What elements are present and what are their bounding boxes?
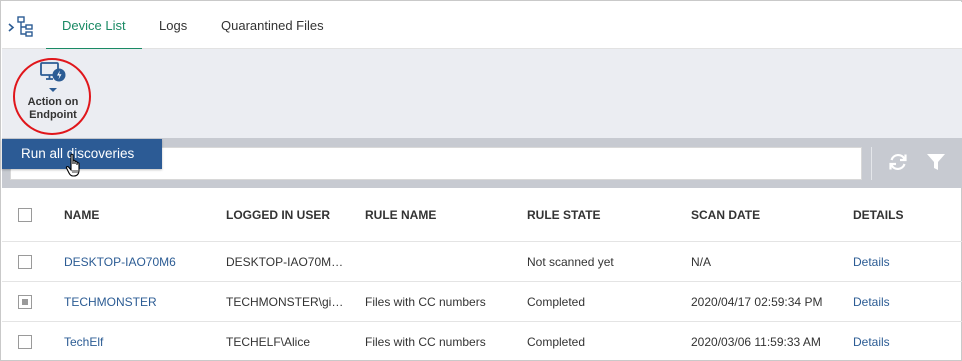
device-name-link[interactable]: TECHMONSTER (64, 282, 214, 322)
scan-date: 2020/04/17 02:59:34 PM (691, 295, 823, 309)
rule-state: Completed (527, 335, 586, 349)
row-checkbox-cell (18, 322, 34, 361)
logged-in-user: DESKTOP-IAO70M6... (226, 255, 344, 269)
rule-state: Completed (527, 295, 586, 309)
logged-in-user: TECHELF\Alice (226, 335, 311, 349)
scan-date: N/A (691, 255, 712, 269)
details-link[interactable]: Details (853, 282, 933, 322)
chevron-down-icon (49, 88, 57, 92)
row-checkbox[interactable] (18, 294, 32, 309)
table-header-row: NAME LOGGED IN USER RULE NAME RULE STATE… (2, 188, 962, 242)
tab-logs[interactable]: Logs (159, 2, 187, 49)
column-header-details: DETAILS (853, 208, 904, 222)
device-name-link[interactable]: DESKTOP-IAO70M6 (64, 242, 214, 282)
scan-date: 2020/03/06 11:59:33 AM (691, 335, 821, 349)
divider (871, 147, 872, 180)
tab-device-list[interactable]: Device List (46, 2, 142, 50)
column-header-name[interactable]: NAME (64, 188, 214, 242)
action-on-endpoint-button[interactable]: Action on Endpoint (16, 61, 90, 133)
filter-icon[interactable] (926, 152, 946, 172)
column-header-rule-name[interactable]: RULE NAME (365, 188, 515, 242)
hand-cursor-icon (65, 153, 80, 177)
details-link[interactable]: Details (853, 322, 933, 361)
select-all-cell (18, 188, 34, 242)
table-row: TECHMONSTER TECHMONSTER\girid Files with… (2, 282, 962, 322)
device-name-link[interactable]: TechElf (64, 322, 214, 361)
rule-name: Files with CC numbers (365, 335, 486, 349)
monitor-lightning-icon (40, 62, 66, 82)
logged-in-user: TECHMONSTER\girid (226, 295, 344, 309)
row-checkbox-cell (18, 242, 34, 282)
column-header-scan-date[interactable]: SCAN DATE (691, 188, 841, 242)
tab-quarantined-files[interactable]: Quarantined Files (221, 2, 324, 49)
table-row: TechElf TECHELF\Alice Files with CC numb… (2, 322, 962, 361)
rule-name: Files with CC numbers (365, 295, 486, 309)
tree-toggle-icon[interactable] (6, 14, 38, 38)
select-all-checkbox[interactable] (18, 207, 32, 222)
action-label-line2: Endpoint (29, 109, 77, 121)
column-header-logged-in-user[interactable]: LOGGED IN USER (226, 188, 344, 242)
table-row: DESKTOP-IAO70M6 DESKTOP-IAO70M6... Not s… (2, 242, 962, 282)
row-checkbox[interactable] (18, 254, 32, 269)
rule-state: Not scanned yet (527, 255, 614, 269)
column-header-rule-state[interactable]: RULE STATE (527, 188, 677, 242)
row-checkbox[interactable] (18, 334, 32, 349)
window-frame: Device List Logs Quarantined Files Actio… (0, 0, 962, 361)
refresh-icon[interactable] (887, 151, 909, 173)
toolbar: Action on Endpoint (2, 49, 962, 138)
tab-bar: Device List Logs Quarantined Files (2, 2, 962, 50)
action-label-line1: Action on (27, 96, 79, 108)
row-checkbox-cell (18, 282, 34, 322)
device-table: NAME LOGGED IN USER RULE NAME RULE STATE… (2, 188, 962, 361)
details-link[interactable]: Details (853, 242, 933, 282)
